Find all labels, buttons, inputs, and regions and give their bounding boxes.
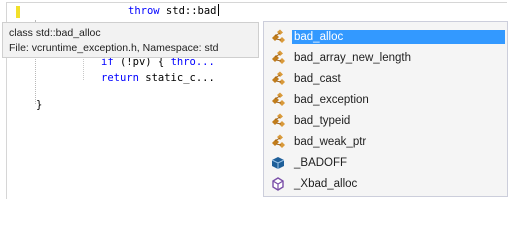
completion-item-label: bad_typeid [294, 114, 351, 127]
code-text: static_c... [138, 72, 215, 84]
code-line-throw[interactable]: throw std::bad [128, 4, 219, 18]
code-line-return[interactable]: return static_c... [101, 71, 215, 85]
completion-item-label: _BADOFF [294, 156, 348, 169]
tooltip-file-info: File: vcruntime_exception.h, Namespace: … [9, 42, 219, 54]
class-icon [270, 91, 286, 108]
quick-info-tooltip: class std::bad_alloc File: vcruntime_exc… [2, 22, 259, 58]
completion-item[interactable]: bad_exception [268, 89, 505, 110]
code-line-brace[interactable]: } [36, 98, 42, 112]
completion-item[interactable]: bad_typeid [268, 110, 505, 131]
completion-list[interactable]: bad_alloc bad_array_new_length bad_castbad… [263, 21, 508, 197]
class-icon [270, 49, 286, 66]
keyword: return [101, 72, 139, 84]
completion-item[interactable]: _BADOFF [268, 152, 505, 173]
completion-item-label: _Xbad_alloc [294, 177, 358, 190]
completion-item[interactable]: bad_weak_ptr [268, 131, 505, 152]
class-icon [270, 28, 286, 45]
code-text: std::bad [159, 5, 217, 17]
completion-item-label: bad_cast [294, 72, 341, 85]
completion-item-label: bad_weak_ptr [294, 135, 367, 148]
completion-item-label: bad_alloc [292, 29, 505, 44]
text-cursor [217, 4, 219, 16]
completion-item-label: bad_exception [294, 93, 369, 106]
tooltip-signature: class std::bad_alloc [9, 27, 101, 39]
code-text: } [36, 99, 43, 111]
completion-item[interactable]: bad_alloc [268, 26, 505, 47]
method-icon [270, 176, 286, 192]
completion-items: bad_alloc bad_array_new_length bad_castbad… [268, 26, 505, 194]
class-icon [270, 133, 286, 150]
class-icon [270, 70, 286, 87]
constant-icon [270, 155, 286, 171]
keyword: throw [128, 5, 160, 17]
completion-item[interactable]: bad_cast [268, 68, 505, 89]
completion-item[interactable]: _Xbad_alloc [268, 173, 505, 194]
class-icon [270, 112, 286, 129]
change-margin-indicator [16, 6, 20, 18]
completion-item-label: bad_array_new_length [294, 51, 412, 64]
completion-item[interactable]: bad_array_new_length [268, 47, 505, 68]
